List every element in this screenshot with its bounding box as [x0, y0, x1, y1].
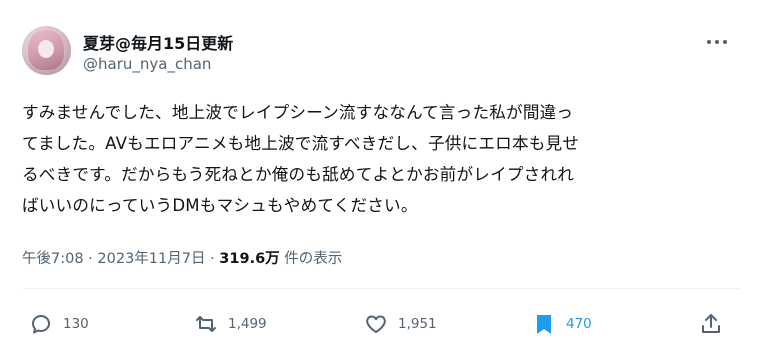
user-handle[interactable]: @haru_nya_chan: [83, 55, 211, 73]
action-bar: 130 1,499 1,951 470: [0, 305, 761, 345]
more-dot: [723, 40, 727, 44]
tweet-line: すみませんでした、地上波でレイプシーン流すななんて言った私が間違っ: [22, 103, 574, 122]
avatar-face: [38, 40, 54, 58]
retweet-count: 1,499: [228, 316, 267, 332]
retweet-icon: [196, 316, 216, 332]
bookmark-count: 470: [566, 316, 592, 332]
bookmark-icon: [537, 315, 551, 334]
tweet-line: てました。AVもエロアニメも地上波で流すべきだし、子供にエロ本も見せ: [22, 134, 580, 153]
avatar[interactable]: [22, 26, 71, 75]
meta-separator: ·: [205, 251, 220, 267]
tweet-meta: 午後7:08 · 2023年11月7日 · 319.6万 件の表示: [22, 247, 342, 268]
reply-count: 130: [63, 316, 89, 332]
display-name[interactable]: 夏芽@毎月15日更新: [83, 30, 233, 54]
tweet-date[interactable]: 2023年11月7日: [97, 251, 205, 267]
more-dot: [707, 40, 711, 44]
view-label: 件の表示: [279, 251, 343, 267]
share-button[interactable]: [699, 305, 723, 343]
tweet-line: るべきです。だからもう死ねとか俺のも舐めてよとかお前がレイプされれ: [22, 165, 575, 184]
view-count: 319.6万: [219, 251, 280, 267]
like-icon: [366, 315, 386, 333]
retweet-button[interactable]: 1,499: [194, 305, 267, 343]
more-icon[interactable]: [704, 34, 730, 50]
tweet-text: すみませんでした、地上波でレイプシーン流すななんて言った私が間違っ てました。A…: [22, 97, 742, 221]
divider: [22, 288, 740, 289]
reply-button[interactable]: 130: [29, 305, 89, 343]
meta-separator: ·: [83, 251, 98, 267]
like-count: 1,951: [398, 316, 437, 332]
share-icon: [702, 314, 720, 333]
like-button[interactable]: 1,951: [364, 305, 437, 343]
more-dot: [715, 40, 719, 44]
tweet-line: ばいいのにっていうDMもマシュもやめてください。: [22, 196, 418, 215]
tweet-time[interactable]: 午後7:08: [22, 251, 84, 267]
reply-icon: [32, 315, 50, 334]
bookmark-button[interactable]: 470: [532, 305, 592, 343]
